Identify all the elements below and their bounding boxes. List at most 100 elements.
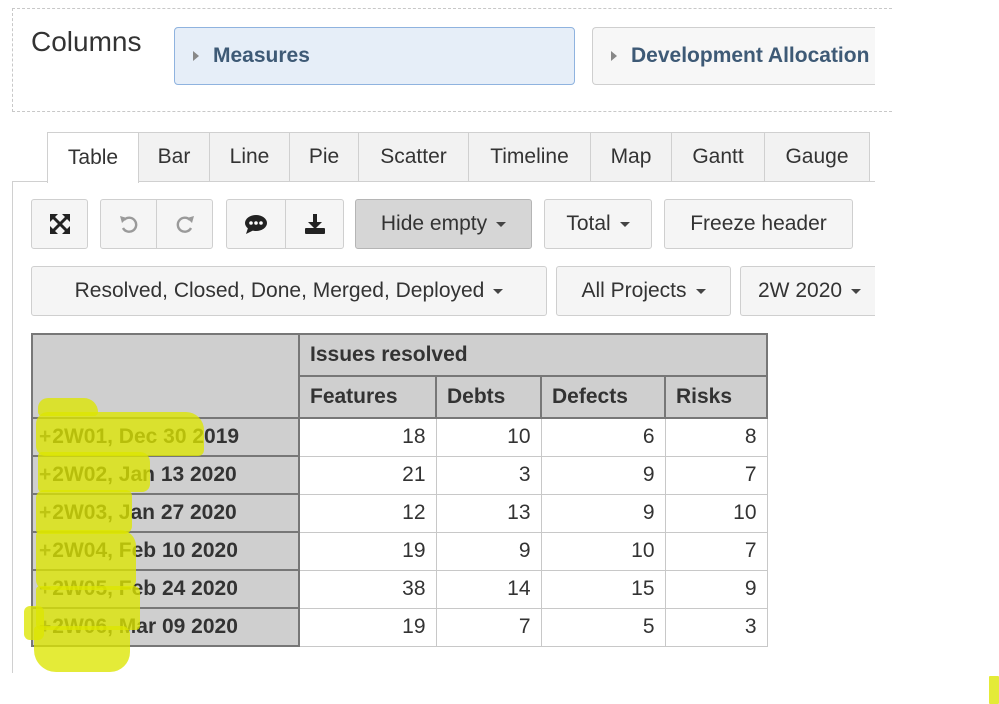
measures-dimension-chip[interactable]: Measures (174, 27, 575, 85)
cell-value: 21 (298, 455, 437, 495)
row-header[interactable]: +2W04, Feb 10 2020 (31, 531, 300, 571)
comment-button[interactable] (226, 199, 286, 249)
tab-line[interactable]: Line (209, 132, 290, 181)
column-header-debts[interactable]: Debts (435, 375, 542, 419)
expand-plus-icon[interactable]: + (39, 615, 51, 638)
expand-plus-icon[interactable]: + (39, 463, 51, 486)
panel-border (12, 181, 13, 673)
row-label: 2W01, Dec 30 2019 (52, 425, 240, 448)
cell-value: 3 (664, 607, 768, 647)
cell-value: 7 (664, 531, 768, 571)
hide-empty-label: Hide empty (380, 212, 488, 235)
row-label: 2W04, Feb 10 2020 (52, 539, 238, 562)
tabs-divider (12, 181, 875, 182)
cell-value: 9 (540, 493, 666, 533)
status-filter-dropdown[interactable]: Resolved, Closed, Done, Merged, Deployed (31, 266, 547, 316)
column-header-features[interactable]: Features (298, 375, 437, 419)
row-label: 2W06, Mar 09 2020 (52, 615, 238, 638)
fullscreen-button[interactable] (31, 199, 88, 249)
status-filter-label: Resolved, Closed, Done, Merged, Deployed (74, 279, 485, 302)
table-row: +2W02, Jan 13 2020 21 3 9 7 (31, 455, 768, 495)
period-filter-label: 2W 2020 (758, 279, 843, 302)
cell-value: 38 (298, 569, 437, 609)
caret-right-icon (193, 51, 199, 61)
table-row: +2W04, Feb 10 2020 19 9 10 7 (31, 531, 768, 571)
table-row: +2W01, Dec 30 2019 18 10 6 8 (31, 417, 768, 457)
cell-value: 10 (540, 531, 666, 571)
cell-value: 10 (664, 493, 768, 533)
cell-value: 9 (664, 569, 768, 609)
development-allocation-label: Development Allocation (631, 44, 870, 67)
cell-value: 3 (435, 455, 542, 495)
tab-timeline[interactable]: Timeline (468, 132, 591, 181)
cell-value: 14 (435, 569, 542, 609)
tab-table[interactable]: Table (47, 132, 139, 183)
chevron-down-icon (851, 288, 862, 294)
cell-value: 18 (298, 417, 437, 457)
tab-pie[interactable]: Pie (289, 132, 359, 181)
total-label: Total (566, 212, 611, 235)
cell-value: 7 (664, 455, 768, 495)
cell-value: 5 (540, 607, 666, 647)
development-allocation-chip[interactable]: Development Allocation (592, 27, 875, 85)
chevron-down-icon (695, 288, 706, 294)
column-header-risks[interactable]: Risks (664, 375, 768, 419)
column-header-defects[interactable]: Defects (540, 375, 666, 419)
project-filter-dropdown[interactable]: All Projects (556, 266, 731, 316)
project-filter-label: All Projects (581, 279, 687, 302)
row-header[interactable]: +2W03, Jan 27 2020 (31, 493, 300, 533)
table-row: +2W05, Feb 24 2020 38 14 15 9 (31, 569, 768, 609)
tab-bar[interactable]: Bar (138, 132, 210, 181)
freeze-header-label: Freeze header (690, 212, 827, 235)
measures-label: Measures (213, 44, 310, 67)
tab-gantt[interactable]: Gantt (671, 132, 765, 181)
total-dropdown[interactable]: Total (544, 199, 652, 249)
row-label: 2W05, Feb 24 2020 (52, 577, 238, 600)
cell-value: 15 (540, 569, 666, 609)
redo-icon (176, 216, 194, 233)
row-header[interactable]: +2W06, Mar 09 2020 (31, 607, 300, 647)
cell-value: 13 (435, 493, 542, 533)
cell-value: 9 (540, 455, 666, 495)
tab-gauge[interactable]: Gauge (764, 132, 870, 181)
chevron-down-icon (496, 221, 507, 227)
row-label: 2W03, Jan 27 2020 (52, 501, 237, 524)
columns-label: Columns (31, 26, 142, 57)
export-button[interactable] (285, 199, 344, 249)
hide-empty-dropdown[interactable]: Hide empty (355, 199, 532, 249)
undo-button[interactable] (100, 199, 157, 249)
cell-value: 12 (298, 493, 437, 533)
cell-value: 8 (664, 417, 768, 457)
freeze-header-button[interactable]: Freeze header (664, 199, 853, 249)
report-table: Issues resolved Features Debts Defects R… (31, 333, 768, 647)
table-row: +2W06, Mar 09 2020 19 7 5 3 (31, 607, 768, 647)
chevron-down-icon (619, 221, 630, 227)
cell-value: 9 (435, 531, 542, 571)
cell-value: 7 (435, 607, 542, 647)
download-icon (304, 214, 325, 234)
row-label: 2W02, Jan 13 2020 (52, 463, 237, 486)
undo-icon (119, 216, 137, 233)
cell-value: 6 (540, 417, 666, 457)
issues-resolved-header[interactable]: Issues resolved (298, 333, 768, 377)
table-row: +2W03, Jan 27 2020 12 13 9 10 (31, 493, 768, 533)
row-header[interactable]: +2W01, Dec 30 2019 (31, 417, 300, 457)
period-filter-dropdown[interactable]: 2W 2020 (740, 266, 875, 316)
cell-value: 19 (298, 607, 437, 647)
expand-plus-icon[interactable]: + (39, 539, 51, 562)
tab-scatter[interactable]: Scatter (358, 132, 469, 181)
chevron-down-icon (493, 288, 504, 294)
row-header[interactable]: +2W02, Jan 13 2020 (31, 455, 300, 495)
redo-button[interactable] (156, 199, 213, 249)
expand-plus-icon[interactable]: + (39, 501, 51, 524)
expand-plus-icon[interactable]: + (39, 577, 51, 600)
expand-plus-icon[interactable]: + (39, 425, 51, 448)
table-corner (31, 333, 300, 419)
expand-arrows-icon (49, 214, 70, 234)
tab-map[interactable]: Map (590, 132, 672, 181)
comment-icon (245, 215, 267, 234)
cell-value: 19 (298, 531, 437, 571)
cell-value: 10 (435, 417, 542, 457)
caret-right-icon (611, 51, 617, 61)
row-header[interactable]: +2W05, Feb 24 2020 (31, 569, 300, 609)
